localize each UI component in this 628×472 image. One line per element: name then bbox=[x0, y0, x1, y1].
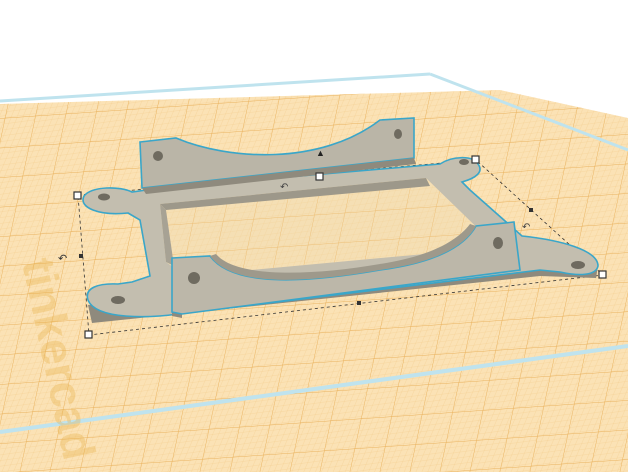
edge-handle-front[interactable] bbox=[357, 301, 361, 305]
edge-handle-left[interactable] bbox=[79, 254, 83, 258]
resize-handle-back-right[interactable] bbox=[471, 155, 480, 164]
resize-handle-front-right[interactable] bbox=[598, 270, 607, 279]
resize-handle-front-left[interactable] bbox=[84, 330, 93, 339]
upright-hole-front-right bbox=[493, 237, 503, 249]
mount-hole-front-left bbox=[111, 296, 125, 304]
mount-hole-back-right bbox=[459, 159, 469, 165]
height-handle[interactable] bbox=[315, 172, 324, 181]
rotate-handle-left-icon[interactable]: ↶ bbox=[58, 253, 67, 265]
upright-hole-back-right bbox=[394, 129, 402, 139]
mount-hole-front-right bbox=[571, 261, 585, 269]
upright-hole-back-left bbox=[153, 151, 163, 161]
scene-canvas[interactable]: tinkercad ▲ ↶ ↶ ↶ bbox=[0, 0, 628, 472]
edge-handle-right[interactable] bbox=[529, 208, 533, 212]
height-arrow-icon[interactable]: ▲ bbox=[316, 148, 325, 158]
mount-hole-back-left bbox=[98, 193, 110, 201]
resize-handle-back-left[interactable] bbox=[73, 191, 82, 200]
upright-hole-front-left bbox=[188, 272, 200, 284]
rotate-handle-back-icon[interactable]: ↶ bbox=[280, 182, 288, 193]
3d-viewport[interactable]: tinkercad ▲ ↶ ↶ ↶ bbox=[0, 0, 628, 472]
rotate-handle-right-icon[interactable]: ↶ bbox=[522, 222, 530, 233]
